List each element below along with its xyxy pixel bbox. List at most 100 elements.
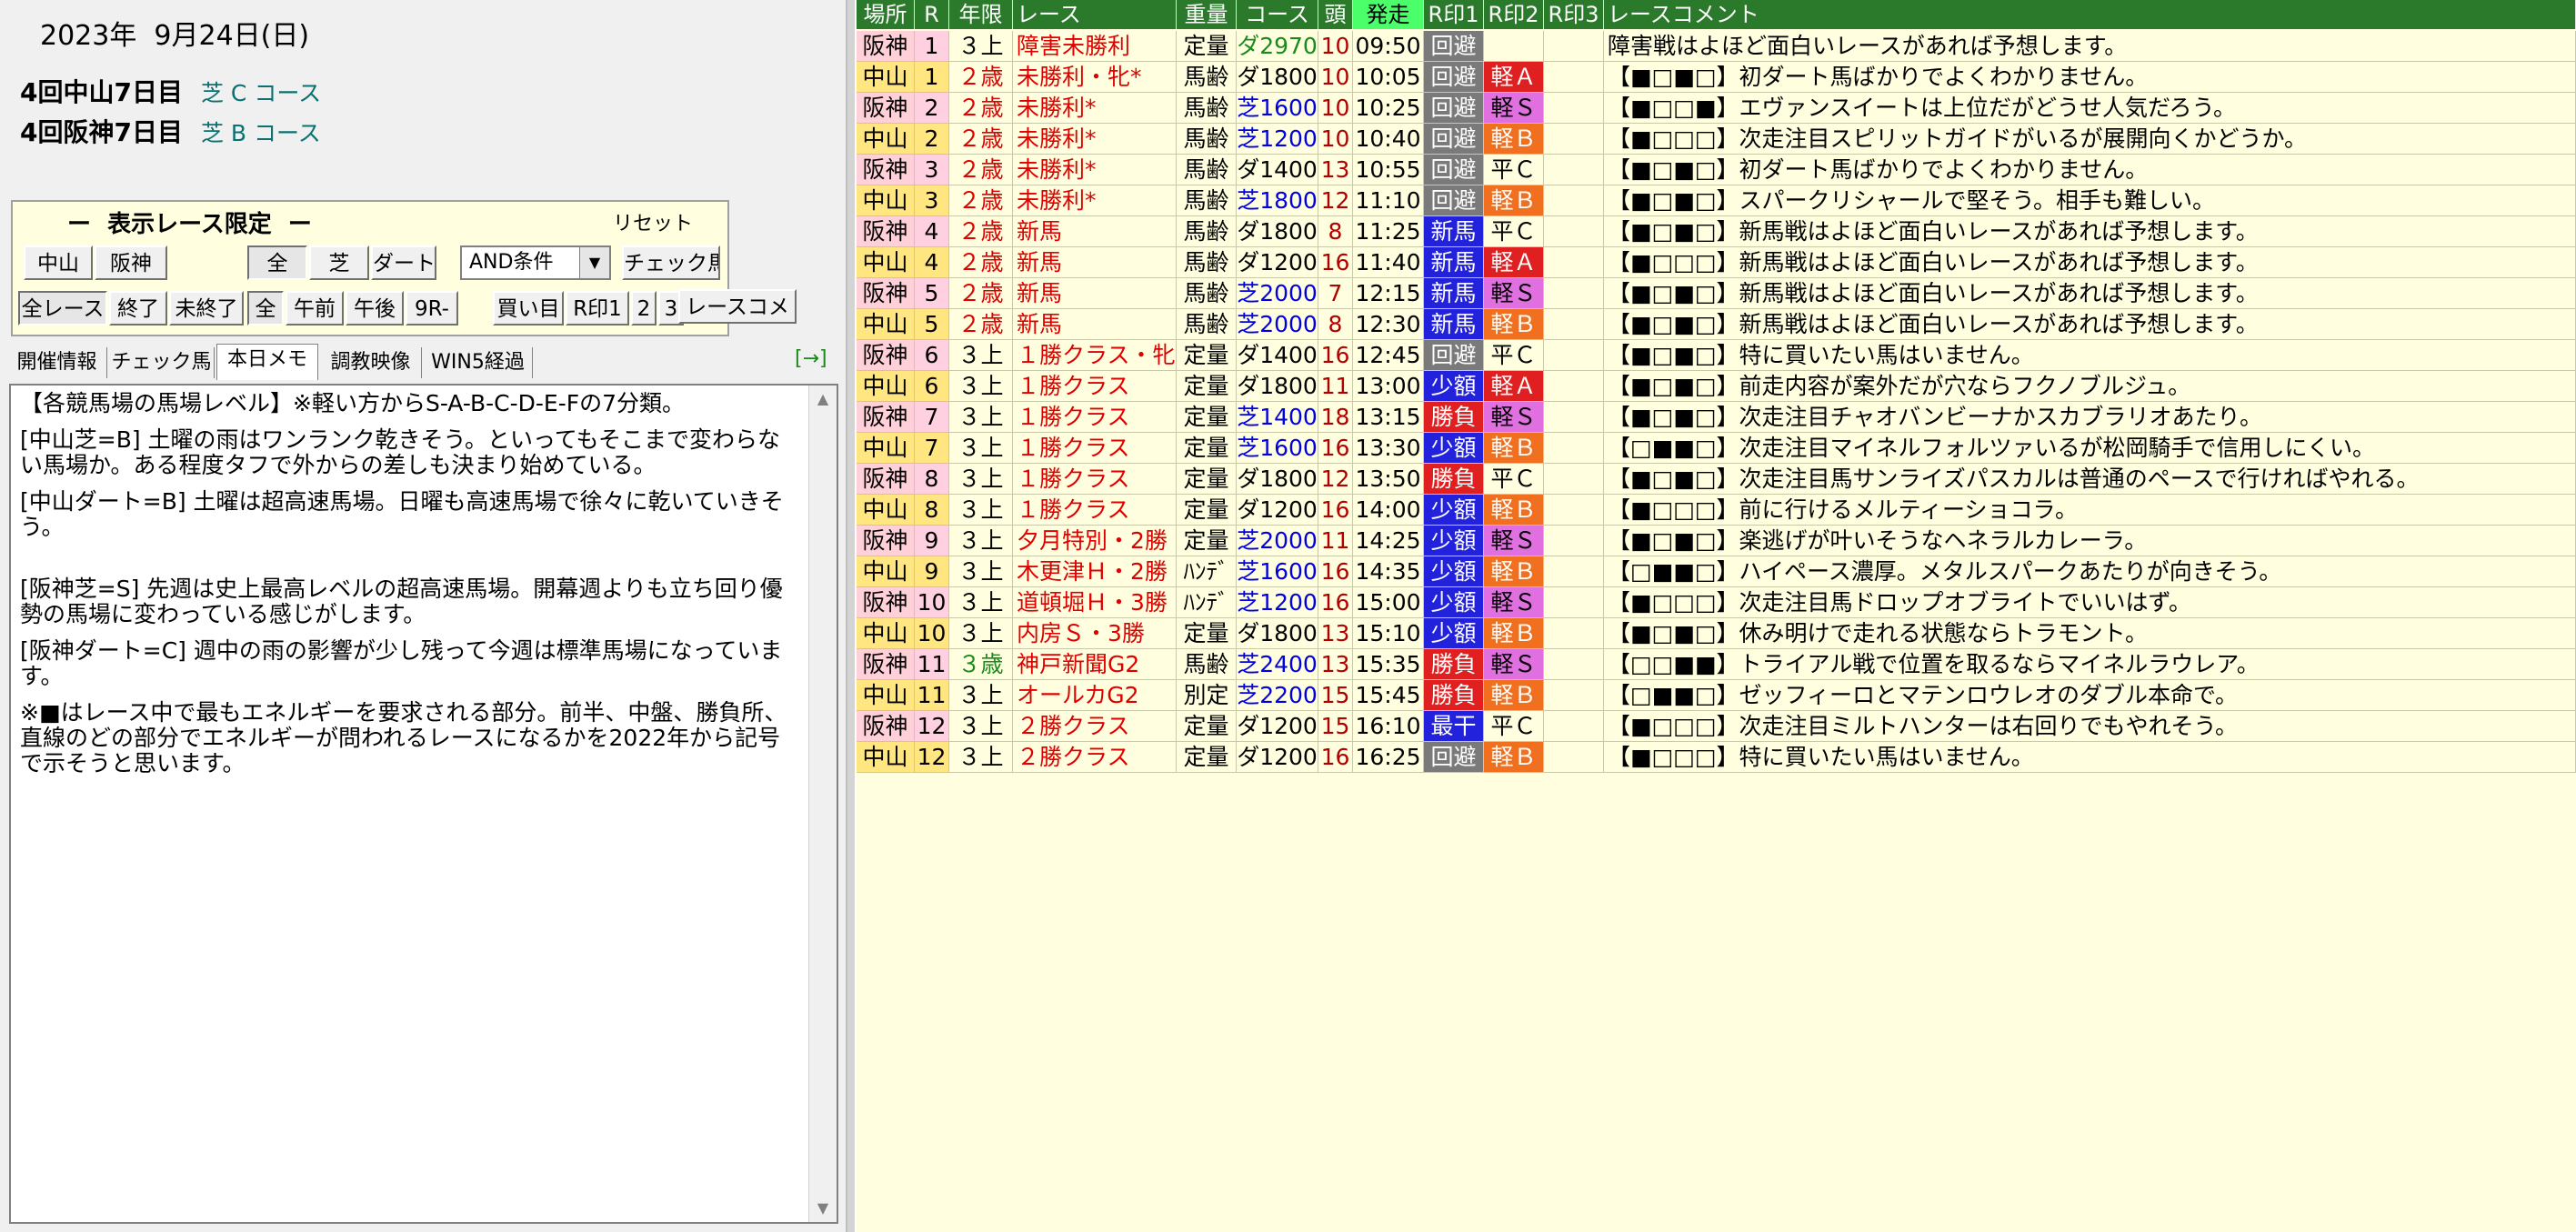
header-mark3[interactable]: R印3 bbox=[1544, 0, 1604, 29]
mark2-button[interactable]: 2 bbox=[631, 291, 657, 326]
cell-age: ３上 bbox=[949, 618, 1013, 649]
header-place[interactable]: 場所 bbox=[857, 0, 915, 29]
status-finished-button[interactable]: 終了 bbox=[109, 291, 167, 326]
condition-select[interactable]: AND条件 ▼ bbox=[460, 245, 611, 280]
cell-place: 阪神 bbox=[857, 278, 915, 309]
place-hanshin-button[interactable]: 阪神 bbox=[95, 245, 167, 280]
cell-age: ３上 bbox=[949, 31, 1013, 62]
cell-m3 bbox=[1544, 371, 1604, 402]
time-all-button[interactable]: 全 bbox=[247, 291, 284, 326]
cell-m1: 回避 bbox=[1424, 155, 1484, 185]
cell-course: ダ1800 bbox=[1237, 216, 1318, 247]
scroll-down-icon[interactable]: ▼ bbox=[809, 1195, 837, 1222]
race-row[interactable]: 阪神 3 ２歳 未勝利* 馬齢 ダ1400 13 10:55 回避 平Ｃ 【■□■□】初ダート馬ばか… bbox=[857, 155, 2576, 185]
cell-race: 未勝利* bbox=[1013, 124, 1177, 155]
cell-age: ３上 bbox=[949, 464, 1013, 495]
cell-race: 未勝利* bbox=[1013, 155, 1177, 185]
race-row[interactable]: 阪神 4 ２歳 新馬 馬齢 ダ1800 8 11:25 新馬 平Ｃ 【■□■□】新馬戦はよほど面白い… bbox=[857, 216, 2576, 247]
cell-m1: 少額 bbox=[1424, 526, 1484, 556]
race-row[interactable]: 中山 12 ３上 ２勝クラス 定量 ダ1200 16 16:25 回避 軽Ｂ 【■□□□】特に買いた… bbox=[857, 742, 2576, 773]
race-row[interactable]: 阪神 1 ３上 障害未勝利 定量 ダ2970 10 09:50 回避 障害戦はよほど面白いレースが… bbox=[857, 31, 2576, 62]
cell-weight: 馬齢 bbox=[1177, 185, 1237, 216]
header-start[interactable]: 発走 bbox=[1353, 0, 1424, 29]
header-r[interactable]: R bbox=[915, 0, 949, 29]
cell-time: 13:15 bbox=[1353, 402, 1424, 433]
cell-weight: 定量 bbox=[1177, 495, 1237, 526]
header-course[interactable]: コース bbox=[1237, 0, 1318, 29]
race-row[interactable]: 中山 8 ３上 １勝クラス 定量 ダ1200 16 14:00 少額 軽Ｂ 【■□□□】前に行けるメ… bbox=[857, 495, 2576, 526]
race-comment-button[interactable]: レースコメ bbox=[678, 289, 797, 324]
tab-training-video[interactable]: 調教映像 bbox=[320, 347, 422, 378]
cell-m1: 少額 bbox=[1424, 618, 1484, 649]
memo-paragraph: [阪神ダート=C] 週中の雨の影響が少し残って今週は標準馬場になっています。 bbox=[20, 637, 783, 689]
cell-time: 11:25 bbox=[1353, 216, 1424, 247]
header-mark1[interactable]: R印1 bbox=[1424, 0, 1484, 29]
cell-comment: 【□■■□】ゼッフィーロとマテンロウレオのダブル本命で。 bbox=[1604, 680, 2576, 711]
race-row[interactable]: 阪神 9 ３上 夕月特別・2勝 定量 芝2000 11 14:25 少額 軽Ｓ 【■□■□】楽逃げが… bbox=[857, 526, 2576, 556]
race-row[interactable]: 中山 4 ２歳 新馬 馬齢 ダ1200 16 11:40 新馬 軽Ａ 【■□□□】新馬戦はよほど面白… bbox=[857, 247, 2576, 278]
header-age[interactable]: 年限 bbox=[949, 0, 1013, 29]
race-row[interactable]: 中山 3 ２歳 未勝利* 馬齢 芝1800 12 11:10 回避 軽Ｂ 【■□■□】スパークリシャ… bbox=[857, 185, 2576, 216]
race-row[interactable]: 中山 2 ２歳 未勝利* 馬齢 芝1200 10 10:40 回避 軽Ｂ 【■□□□】次走注目スピリ… bbox=[857, 124, 2576, 155]
tab-win5[interactable]: WIN5経過 bbox=[424, 347, 533, 378]
tab-check-horse[interactable]: チェック馬 bbox=[109, 347, 215, 378]
race-row[interactable]: 阪神 11 ３歳 神戸新聞G2 馬齢 芝2400 13 15:35 勝負 軽Ｓ 【□□■■】トライア… bbox=[857, 649, 2576, 680]
surface-all-button[interactable]: 全 bbox=[247, 245, 307, 280]
pane-splitter[interactable] bbox=[846, 0, 857, 1232]
status-unfinished-button[interactable]: 未終了 bbox=[169, 291, 244, 326]
cell-place: 中山 bbox=[857, 556, 915, 587]
race-row[interactable]: 中山 5 ２歳 新馬 馬齢 芝2000 8 12:30 新馬 軽Ｂ 【■□■□】新馬戦はよほど面白い… bbox=[857, 309, 2576, 340]
tab-today-memo[interactable]: 本日メモ bbox=[216, 344, 318, 380]
cell-age: ３上 bbox=[949, 526, 1013, 556]
race-row[interactable]: 中山 6 ３上 １勝クラス 定量 ダ1800 11 13:00 少額 軽Ａ 【■□■□】前走内容が案… bbox=[857, 371, 2576, 402]
race-row[interactable]: 阪神 8 ３上 １勝クラス 定量 ダ1800 12 13:50 勝負 平Ｃ 【■□■□】次走注目馬サ… bbox=[857, 464, 2576, 495]
tab-meeting-info[interactable]: 開催情報 bbox=[7, 347, 107, 378]
cell-r: 4 bbox=[915, 247, 949, 278]
time-9r-button[interactable]: 9R- bbox=[406, 291, 458, 326]
header-heads[interactable]: 頭 bbox=[1318, 0, 1353, 29]
time-morning-button[interactable]: 午前 bbox=[286, 291, 344, 326]
memo-textarea[interactable]: 【各競馬場の馬場レベル】※軽い方からS-A-B-C-D-E-Fの7分類。 [中山… bbox=[9, 384, 838, 1224]
surface-turf-button[interactable]: 芝 bbox=[309, 245, 369, 280]
time-afternoon-button[interactable]: 午後 bbox=[346, 291, 404, 326]
scroll-up-icon[interactable]: ▲ bbox=[809, 386, 837, 413]
cell-r: 5 bbox=[915, 278, 949, 309]
cell-course: 芝1600 bbox=[1237, 93, 1318, 124]
race-row[interactable]: 阪神 7 ３上 １勝クラス 定量 芝1400 18 13:15 勝負 軽Ｓ 【■□■□】次走注目チャ… bbox=[857, 402, 2576, 433]
cell-place: 阪神 bbox=[857, 93, 915, 124]
race-row[interactable]: 阪神 5 ２歳 新馬 馬齢 芝2000 7 12:15 新馬 軽Ｓ 【■□■□】新馬戦はよほど面白い… bbox=[857, 278, 2576, 309]
cell-m2: 軽Ｓ bbox=[1484, 526, 1544, 556]
memo-scrollbar[interactable]: ▲ ▼ bbox=[808, 386, 837, 1222]
cell-m1: 少額 bbox=[1424, 587, 1484, 618]
cell-race: オールカG2 bbox=[1013, 680, 1177, 711]
race-row[interactable]: 中山 10 ３上 内房Ｓ・3勝 定量 ダ1800 13 15:10 少額 軽Ｂ 【■□■□】休み明け… bbox=[857, 618, 2576, 649]
race-row[interactable]: 阪神 12 ３上 ２勝クラス 定量 ダ1200 15 16:10 最干 平Ｃ 【■□□□】次走注目ミ… bbox=[857, 711, 2576, 742]
race-row[interactable]: 阪神 2 ２歳 未勝利* 馬齢 芝1600 10 10:25 回避 軽Ｓ 【■□□■】エヴァンスイー… bbox=[857, 93, 2576, 124]
cell-comment: 【■□■□】特に買いたい馬はいません。 bbox=[1604, 340, 2576, 371]
race-row[interactable]: 中山 1 ２歳 未勝利・牝* 馬齢 ダ1800 10 10:05 回避 軽Ａ 【■□■□】初ダート馬… bbox=[857, 62, 2576, 93]
header-mark2[interactable]: R印2 bbox=[1484, 0, 1544, 29]
cell-race: 未勝利* bbox=[1013, 185, 1177, 216]
check-horse-button[interactable]: チェック馬 bbox=[622, 245, 720, 280]
header-comment[interactable]: レースコメント bbox=[1604, 0, 2576, 29]
race-row[interactable]: 阪神 10 ３上 道頓堀Ｈ・3勝 ﾊﾝﾃﾞ 芝1200 16 15:00 少額 軽Ｓ 【■□□□】次… bbox=[857, 587, 2576, 618]
status-all-button[interactable]: 全レース bbox=[18, 291, 107, 326]
reset-button[interactable]: リセット bbox=[613, 207, 693, 236]
cell-time: 12:30 bbox=[1353, 309, 1424, 340]
expand-arrow-icon[interactable]: [→] bbox=[795, 347, 827, 370]
race-row[interactable]: 中山 7 ３上 １勝クラス 定量 芝1600 16 13:30 少額 軽Ｂ 【□■■□】次走注目マイ… bbox=[857, 433, 2576, 464]
surface-dirt-button[interactable]: ダート bbox=[371, 245, 436, 280]
place-nakayama-button[interactable]: 中山 bbox=[24, 245, 93, 280]
cell-race: 神戸新聞G2 bbox=[1013, 649, 1177, 680]
race-row[interactable]: 阪神 6 ３上 １勝クラス・牝 定量 ダ1400 16 12:45 回避 平Ｃ 【■□■□】特に買い… bbox=[857, 340, 2576, 371]
mark1-button[interactable]: R印1 bbox=[566, 291, 629, 326]
buy-button[interactable]: 買い目 bbox=[493, 291, 564, 326]
race-row[interactable]: 中山 9 ３上 木更津Ｈ・2勝 ﾊﾝﾃﾞ 芝1600 16 14:35 少額 軽Ｂ 【□■■□】ハイ… bbox=[857, 556, 2576, 587]
cell-race: 木更津Ｈ・2勝 bbox=[1013, 556, 1177, 587]
cell-m1: 回避 bbox=[1424, 340, 1484, 371]
header-race[interactable]: レース bbox=[1013, 0, 1177, 29]
header-weight[interactable]: 重量 bbox=[1177, 0, 1237, 29]
cell-place: 中山 bbox=[857, 62, 915, 93]
cell-weight: 馬齢 bbox=[1177, 62, 1237, 93]
race-row[interactable]: 中山 11 ３上 オールカG2 別定 芝2200 15 15:45 勝負 軽Ｂ 【□■■□】ゼッフィ… bbox=[857, 680, 2576, 711]
